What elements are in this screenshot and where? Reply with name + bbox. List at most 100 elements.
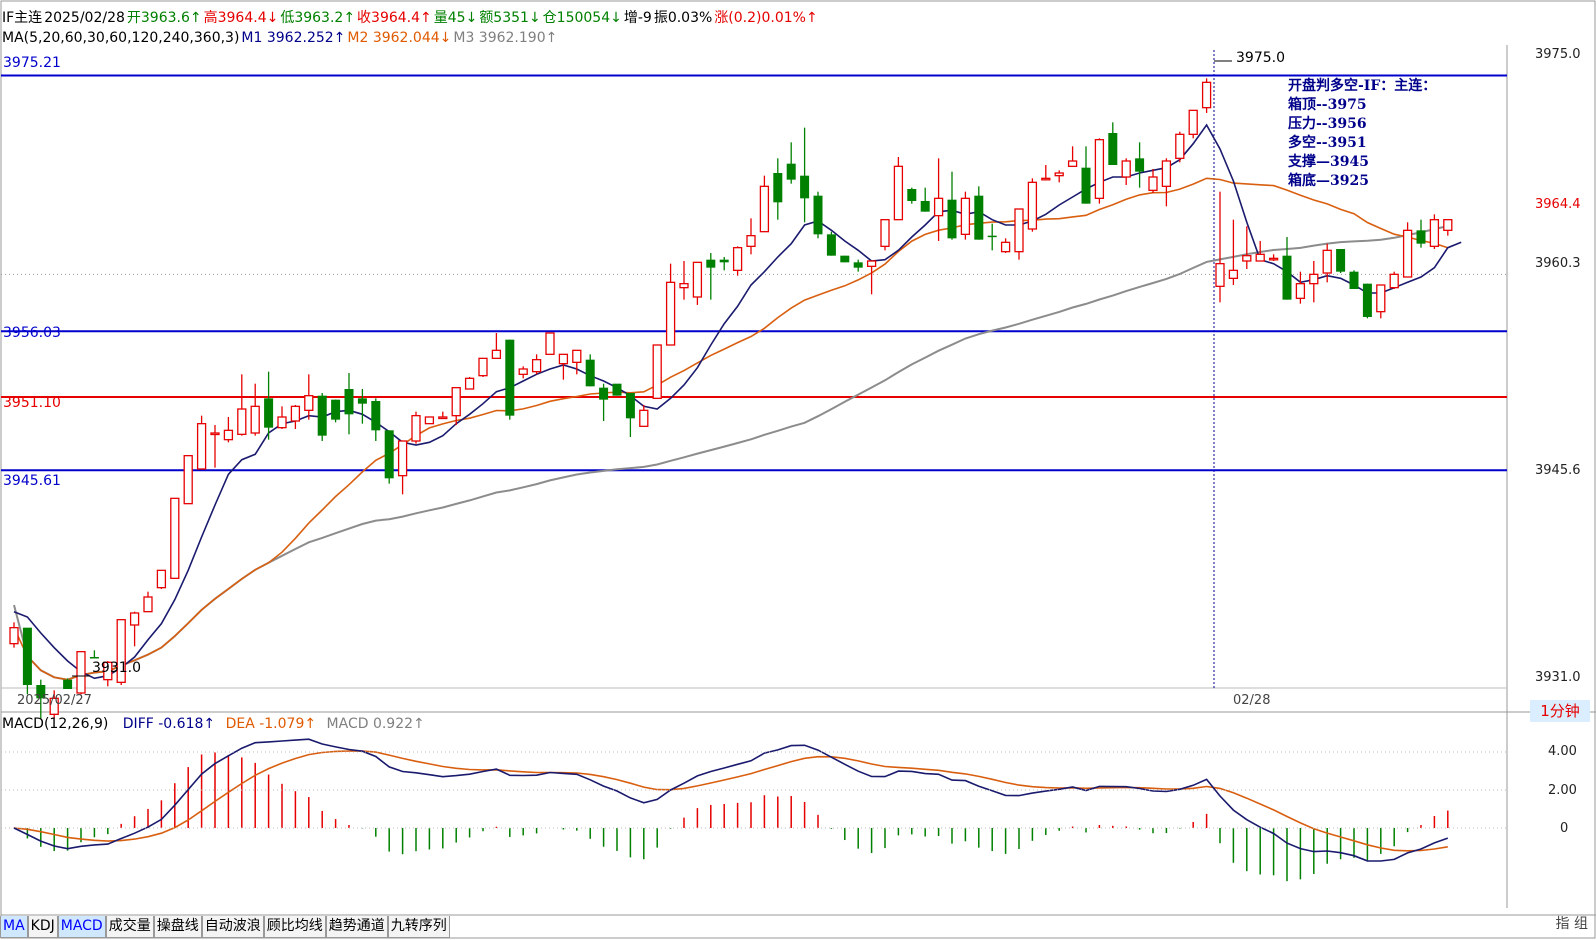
date-label-right: 02/28 xyxy=(1233,693,1271,708)
candle-body-up xyxy=(1402,229,1413,278)
candle-body-down xyxy=(264,398,274,428)
candle-body-down xyxy=(853,262,863,268)
candle-body-up xyxy=(1000,241,1011,253)
candle-body-down xyxy=(63,679,73,689)
candle-body-up xyxy=(572,349,582,363)
candle-body-up xyxy=(746,235,756,247)
candle-body-up xyxy=(1041,177,1051,181)
candle-body-up xyxy=(1376,284,1386,313)
candle-body-up xyxy=(679,283,689,289)
macd-title: MACD(12,26,9) xyxy=(2,716,109,732)
candle-body-down xyxy=(773,173,783,203)
annotation-line: 多空--3951 xyxy=(1288,135,1367,151)
candle-body-down xyxy=(599,387,609,400)
candle-body-up xyxy=(1014,208,1024,253)
candle-body-down xyxy=(974,195,984,240)
candle-body-up xyxy=(183,455,193,505)
candle-body-up xyxy=(129,612,140,626)
candle-body-up xyxy=(665,281,676,346)
candle-body-up xyxy=(397,440,408,477)
candle-body-up xyxy=(451,387,461,417)
candle-body-up xyxy=(1201,81,1212,109)
trading-app: IF主连 2025/02/28 开3963.6↑ 高3964.4↓ 低3963.2↑ 收3… xyxy=(0,0,1596,940)
indicator-tab[interactable]: 趋势通道 xyxy=(325,916,388,938)
candle-body-up xyxy=(9,627,19,645)
candle-body-up xyxy=(1121,160,1131,178)
candle-body-up xyxy=(196,423,207,470)
candle-body-down xyxy=(371,401,381,431)
candle-body-up xyxy=(1268,257,1279,261)
candle-body-down xyxy=(585,359,595,387)
candle-body-up xyxy=(880,219,890,247)
axis-label-bottom: 3931.0 xyxy=(1535,670,1581,685)
candle-body-down xyxy=(1362,283,1372,317)
candle-body-up xyxy=(639,409,649,427)
candle-body-down xyxy=(813,195,823,235)
axis-label-top: 3975.0 xyxy=(1535,47,1581,62)
axis-label-2: 3960.3 xyxy=(1535,256,1581,271)
candle-body-up xyxy=(732,247,743,271)
candle-body-down xyxy=(840,255,850,263)
macd-axis-2: 2.00 xyxy=(1548,783,1577,798)
macd-value: MACD 0.922↑ xyxy=(326,716,425,732)
pressure-level-label: 3956.03 xyxy=(3,325,61,341)
candle-body-up xyxy=(438,416,448,420)
ma20-line xyxy=(13,177,1449,681)
candle-body-down xyxy=(719,259,729,263)
candle-body-up xyxy=(1161,160,1172,187)
candle-body-up xyxy=(545,332,555,355)
candle-body-down xyxy=(344,389,354,415)
bull-bear-level-label: 3951.10 xyxy=(3,395,61,411)
indicator-tab[interactable]: MACD xyxy=(57,916,106,938)
candle-body-down xyxy=(1282,255,1292,300)
box-top-level-label: 3975.21 xyxy=(3,55,61,71)
candle-body-up xyxy=(1054,172,1064,177)
candle-body-up xyxy=(1389,273,1399,289)
candle-body-up xyxy=(76,651,86,694)
annotation-line: 箱顶--3975 xyxy=(1288,97,1367,113)
ma60-line xyxy=(13,225,1449,681)
candle-body-down xyxy=(331,399,341,420)
candle-body-up xyxy=(1295,283,1306,299)
candle-body-up xyxy=(1027,181,1038,230)
indicator-tab[interactable]: MA xyxy=(0,916,28,938)
candle-body-up xyxy=(1188,109,1198,135)
candle-body-up xyxy=(491,349,502,359)
candle-body-up xyxy=(960,197,971,235)
candle-body-down xyxy=(612,383,622,396)
candle-body-up xyxy=(1429,219,1440,247)
candle-body-up xyxy=(277,416,287,429)
candle-body-down xyxy=(907,189,917,201)
candle-body-up xyxy=(1443,219,1453,231)
indicator-tab[interactable]: 成交量 xyxy=(105,916,154,938)
candle-body-up xyxy=(250,405,260,434)
candle-body-up xyxy=(1094,139,1105,199)
candle-body-down xyxy=(89,657,99,659)
candle-body-down xyxy=(1416,230,1426,244)
candle-body-up xyxy=(866,260,877,267)
candle-body-down xyxy=(625,393,635,419)
candle-body-down xyxy=(987,235,997,238)
candle-body-up xyxy=(478,357,488,377)
candle-body-up xyxy=(759,185,770,233)
candle-body-down xyxy=(357,398,367,404)
low-price-label: 3931.0 xyxy=(92,660,141,676)
candle-body-up xyxy=(1175,133,1185,159)
candle-body-up xyxy=(692,261,703,298)
date-label-left: 2025/02/27 xyxy=(17,693,92,708)
candle-body-up xyxy=(170,497,180,579)
candle-body-up xyxy=(1255,253,1265,262)
indicator-tab[interactable]: 操盘线 xyxy=(153,916,202,938)
candle-body-up xyxy=(210,432,220,436)
peak-price-label: 3975.0 xyxy=(1236,50,1285,66)
ma5-line xyxy=(13,123,1462,680)
macd-dea: DEA -1.079↑ xyxy=(225,716,317,732)
indicator-tab[interactable]: KDJ xyxy=(27,916,58,938)
candle-body-up xyxy=(531,359,542,373)
indicator-tab[interactable]: 九转序列 xyxy=(387,916,450,938)
candle-body-up xyxy=(558,353,569,365)
indicator-tab[interactable]: 顾比均线 xyxy=(263,916,326,938)
timeframe-selector[interactable]: 1分钟 xyxy=(1530,700,1590,722)
candle-body-up xyxy=(518,368,528,375)
indicator-tab[interactable]: 自动波浪 xyxy=(201,916,264,938)
